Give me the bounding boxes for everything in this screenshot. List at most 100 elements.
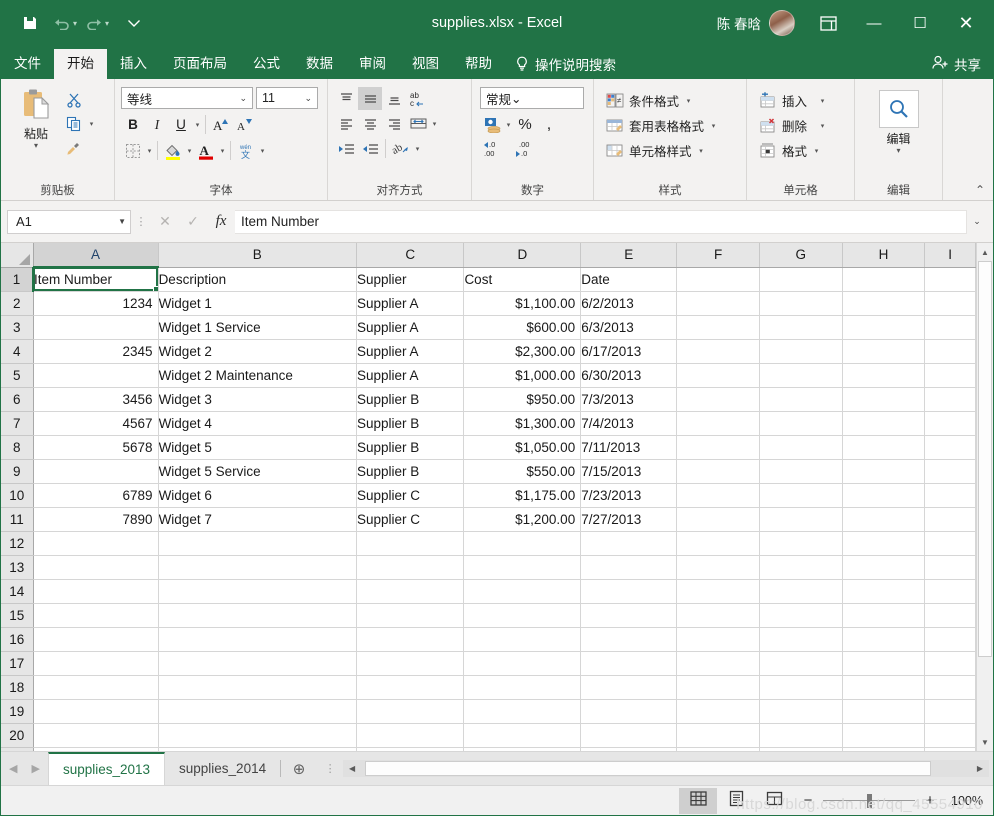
sheet-tab-supplies-2013[interactable]: supplies_2013 [47,752,166,785]
name-box[interactable]: A1 ▼ [7,209,131,234]
font-name-combobox[interactable]: 等线 ⌄ [121,87,253,109]
normal-view-button[interactable] [679,787,717,814]
bottom-align-button[interactable] [382,87,406,110]
column-header-f[interactable]: F [676,243,760,268]
cell-F19[interactable] [676,699,760,724]
wrap-text-button[interactable]: ab c [406,87,430,110]
cell-G12[interactable] [759,531,843,556]
customize-qat-icon[interactable] [119,9,149,37]
orientation-dropdown-caret-icon[interactable]: ▾ [413,145,422,153]
column-header-d[interactable]: D [463,243,582,268]
cell-C18[interactable] [356,675,465,700]
align-right-button[interactable] [382,112,406,135]
cell-H8[interactable] [842,435,926,460]
cell-H7[interactable] [842,411,926,436]
cell-D14[interactable] [463,579,582,604]
cell-C19[interactable] [356,699,465,724]
ribbon-tab-insert[interactable]: 插入 [107,49,160,79]
cell-D18[interactable] [463,675,582,700]
merge-dropdown-caret-icon[interactable]: ▾ [430,120,439,128]
find-and-select-button[interactable]: 编辑 ▾ [868,88,930,155]
cell-G16[interactable] [759,627,843,652]
cell-H6[interactable] [842,387,926,412]
underline-dropdown-caret-icon[interactable]: ▾ [193,121,202,129]
cell-F1[interactable] [676,267,760,292]
cell-G19[interactable] [759,699,843,724]
insert-function-icon[interactable]: fx [207,210,235,234]
middle-align-button[interactable] [358,87,382,110]
cell-F12[interactable] [676,531,760,556]
cell-F18[interactable] [676,675,760,700]
cell-H10[interactable] [842,483,926,508]
fill-color-dropdown-caret-icon[interactable]: ▾ [185,147,194,155]
cell-A10[interactable]: 6789 [33,483,159,508]
cell-H9[interactable] [842,459,926,484]
row-header-8[interactable]: 8 [1,435,34,460]
cell-B19[interactable] [158,699,357,724]
cell-A15[interactable] [33,603,159,628]
minimize-button[interactable]: — [851,8,897,38]
page-layout-view-button[interactable] [717,788,755,814]
increase-decimal-button[interactable]: .0.00 [483,139,509,164]
cell-F20[interactable] [676,723,760,748]
cell-C11[interactable]: Supplier C [356,507,465,532]
cell-G17[interactable] [759,651,843,676]
cell-F17[interactable] [676,651,760,676]
cell-F14[interactable] [676,579,760,604]
row-header-18[interactable]: 18 [1,675,34,700]
next-sheet-icon[interactable]: ▶ [31,762,39,775]
cell-G1[interactable] [759,267,843,292]
cell-D2[interactable]: $1,100.00 [463,291,582,316]
cell-G9[interactable] [759,459,843,484]
accounting-dropdown-caret-icon[interactable]: ▾ [504,121,513,129]
cell-A11[interactable]: 7890 [33,507,159,532]
cell-F16[interactable] [676,627,760,652]
cell-H18[interactable] [842,675,926,700]
cell-C15[interactable] [356,603,465,628]
delete-cells-button[interactable]: 删除 ▾ [757,113,827,138]
merge-and-center-button[interactable] [406,112,430,135]
sheet-tab-supplies-2014[interactable]: supplies_2014 [165,752,280,785]
cell-D17[interactable] [463,651,582,676]
cell-G14[interactable] [759,579,843,604]
format-cells-caret-icon[interactable]: ▾ [812,147,821,155]
cell-H2[interactable] [842,291,926,316]
cut-button[interactable] [63,89,96,111]
cell-D7[interactable]: $1,300.00 [463,411,582,436]
bold-button[interactable]: B [121,113,145,136]
sheet-bar-handle[interactable]: ⋮ [317,752,343,785]
formula-bar-handle[interactable]: ⋮ [131,215,151,228]
row-header-5[interactable]: 5 [1,363,34,388]
close-button[interactable]: ✕ [943,8,989,38]
cell-E5[interactable]: 6/30/2013 [580,363,678,388]
cell-E20[interactable] [580,723,678,748]
cell-I6[interactable] [924,387,976,412]
cell-A14[interactable] [33,579,159,604]
cell-G10[interactable] [759,483,843,508]
cell-H16[interactable] [842,627,926,652]
font-size-combobox[interactable]: 11 ⌄ [256,87,318,109]
cell-C8[interactable]: Supplier B [356,435,465,460]
cell-D1[interactable]: Cost [463,267,582,292]
cell-I11[interactable] [924,507,976,532]
cell-E6[interactable]: 7/3/2013 [580,387,678,412]
scroll-up-icon[interactable]: ▲ [977,243,993,261]
cell-D16[interactable] [463,627,582,652]
insert-cells-caret-icon[interactable]: ▾ [818,97,827,105]
column-header-e[interactable]: E [580,243,678,268]
cell-I21[interactable] [924,747,976,751]
cell-C6[interactable]: Supplier B [356,387,465,412]
row-header-15[interactable]: 15 [1,603,34,628]
cell-B3[interactable]: Widget 1 Service [158,315,357,340]
vertical-scrollbar[interactable]: ▲ ▼ [976,243,993,751]
cell-C17[interactable] [356,651,465,676]
cell-G5[interactable] [759,363,843,388]
cell-C20[interactable] [356,723,465,748]
decrease-decimal-button[interactable]: .00.0 [515,139,541,164]
row-header-19[interactable]: 19 [1,699,34,724]
ribbon-tab-file[interactable]: 文件 [1,49,54,79]
phonetic-guide-button[interactable]: wén 文 [234,139,258,162]
accounting-format-button[interactable] [480,113,504,136]
cell-G4[interactable] [759,339,843,364]
cell-A3[interactable] [33,315,159,340]
